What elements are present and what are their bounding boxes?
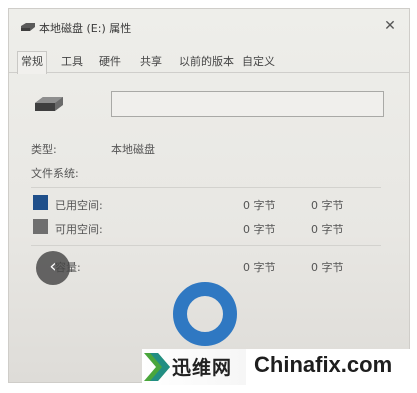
watermark-cn-text: 迅维网 [172,357,233,379]
back-arrow-button[interactable]: ‹ [36,251,70,285]
used-space-swatch [33,195,48,210]
window-title: 本地磁盘 (E:) 属性 [39,22,132,35]
title-bar: 本地磁盘 (E:) 属性 ✕ [9,9,409,43]
free-space-size: 0 字节 [311,223,344,236]
watermark-en-text: Chinafix.com [254,352,393,377]
tab-strip: 常规 工具 硬件 共享 以前的版本 自定义 [9,51,409,74]
free-space-bytes: 0 字节 [243,223,276,236]
site-watermark: 迅维网 Chinafix.com [142,349,410,385]
watermark-logo: 迅维网 [142,349,246,385]
capacity-bytes: 0 字节 [243,261,276,274]
tab-customize[interactable]: 自定义 [242,53,275,73]
tab-tools[interactable]: 工具 [61,53,83,73]
drive-icon-small [21,23,35,31]
divider [31,245,381,246]
free-space-label: 可用空间: [55,223,103,236]
tab-general[interactable]: 常规 [17,51,47,74]
drive-name-input[interactable] [111,91,384,117]
hard-drive-icon [35,97,63,111]
type-label: 类型: [31,143,57,156]
used-space-bytes: 0 字节 [243,199,276,212]
capacity-size: 0 字节 [311,261,344,274]
tab-hardware[interactable]: 硬件 [99,53,121,73]
tab-sharing[interactable]: 共享 [140,53,162,73]
free-space-swatch [33,219,48,234]
disk-usage-ring [173,282,237,346]
divider [31,187,381,188]
used-space-size: 0 字节 [311,199,344,212]
type-value: 本地磁盘 [111,143,155,156]
close-icon[interactable]: ✕ [381,17,399,35]
tab-previous-versions[interactable]: 以前的版本 [179,53,234,73]
disk-usage-chart [173,282,237,346]
filesystem-label: 文件系统: [31,167,79,180]
used-space-label: 已用空间: [55,199,103,212]
drive-properties-dialog: 本地磁盘 (E:) 属性 ✕ 常规 工具 硬件 共享 以前的版本 自定义 类型:… [8,8,410,383]
chinafix-logo-icon [144,353,170,381]
